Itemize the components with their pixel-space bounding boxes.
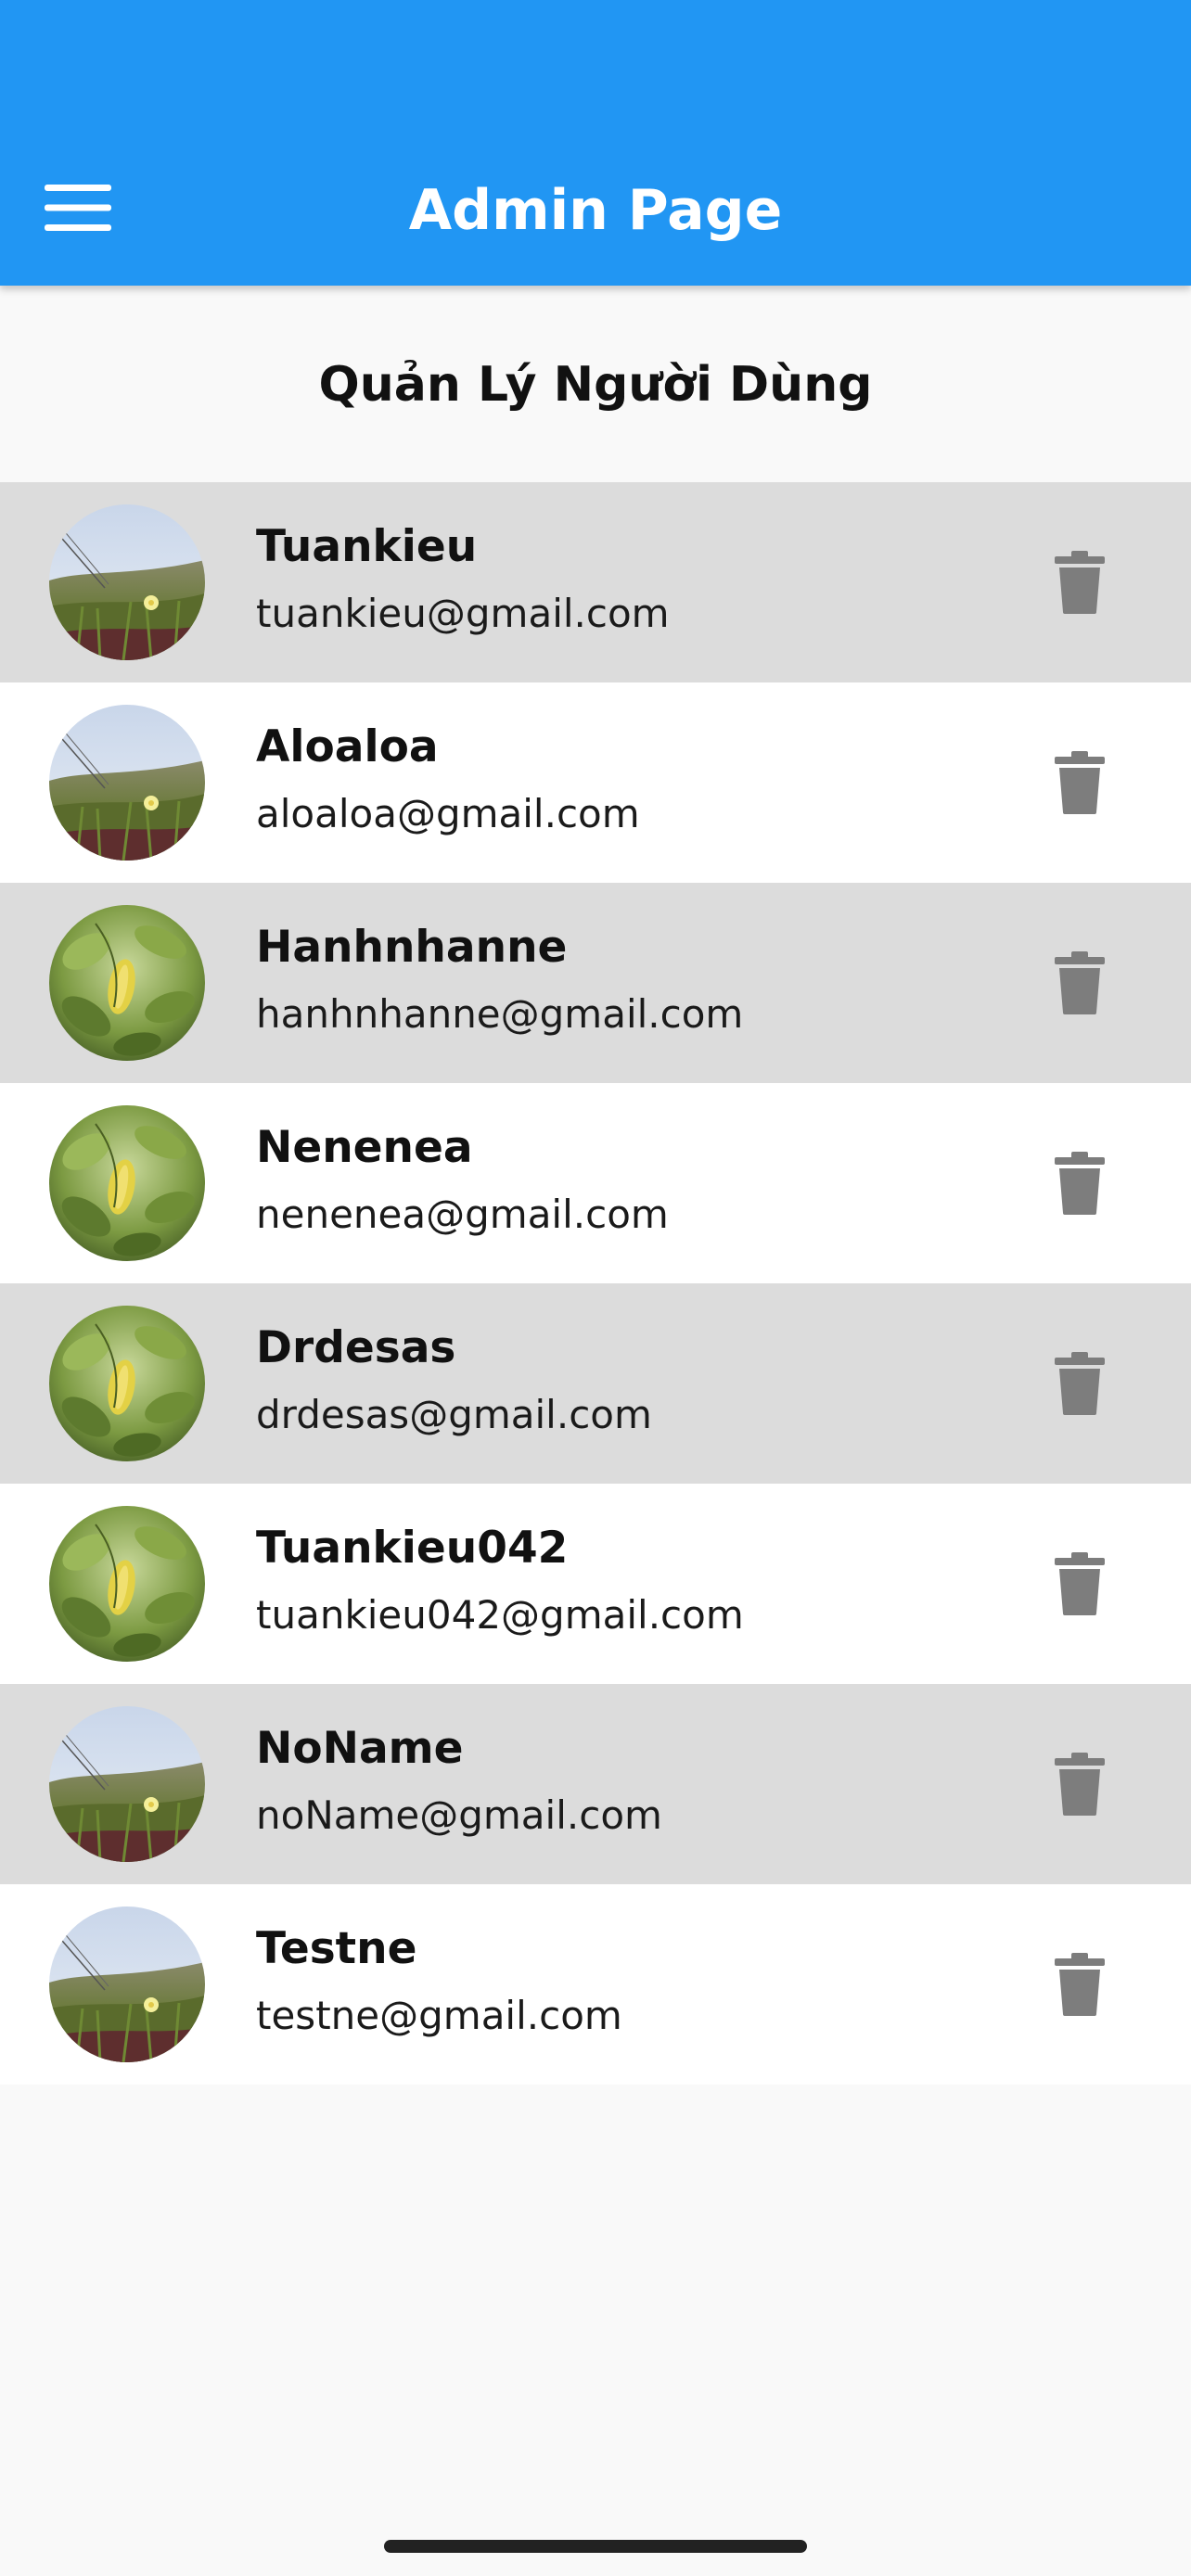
user-email: hanhnhanne@gmail.com — [256, 991, 744, 1037]
user-row[interactable]: Hanhnhanne hanhnhanne@gmail.com — [0, 883, 1191, 1083]
avatar — [49, 1105, 205, 1261]
user-email: aloaloa@gmail.com — [256, 791, 640, 836]
user-name: Aloaloa — [256, 721, 439, 772]
delete-button[interactable] — [1033, 1135, 1126, 1231]
user-row[interactable]: Nenenea nenenea@gmail.com — [0, 1083, 1191, 1283]
user-row[interactable]: Aloaloa aloaloa@gmail.com — [0, 682, 1191, 883]
user-row[interactable]: Tuankieu tuankieu@gmail.com — [0, 482, 1191, 682]
user-email: nenenea@gmail.com — [256, 1192, 669, 1237]
user-name: Tuankieu042 — [256, 1523, 569, 1574]
user-list: Tuankieu tuankieu@gmail.com Aloaloa aloa… — [0, 482, 1191, 2085]
user-name: Nenenea — [256, 1122, 473, 1173]
user-email: testne@gmail.com — [256, 1993, 622, 2038]
user-row[interactable]: NoName noName@gmail.com — [0, 1684, 1191, 1884]
trash-icon — [1055, 551, 1105, 614]
trash-icon — [1055, 1352, 1105, 1415]
avatar — [49, 504, 205, 660]
avatar — [49, 1306, 205, 1461]
user-name: Tuankieu — [256, 521, 478, 572]
trash-icon — [1055, 1953, 1105, 2016]
delete-button[interactable] — [1033, 734, 1126, 831]
user-row[interactable]: Tuankieu042 tuankieu042@gmail.com — [0, 1484, 1191, 1684]
user-name: Hanhnhanne — [256, 922, 568, 973]
app-title: Admin Page — [408, 178, 783, 243]
avatar — [49, 905, 205, 1061]
trash-icon — [1055, 1753, 1105, 1816]
user-email: tuankieu042@gmail.com — [256, 1592, 744, 1638]
user-name: Drdesas — [256, 1322, 456, 1373]
avatar — [49, 1906, 205, 2062]
trash-icon — [1055, 951, 1105, 1014]
user-row[interactable]: Testne testne@gmail.com — [0, 1884, 1191, 2085]
delete-button[interactable] — [1033, 1736, 1126, 1832]
home-indicator[interactable] — [384, 2540, 807, 2553]
delete-button[interactable] — [1033, 1335, 1126, 1432]
app-bar: Admin Page — [0, 0, 1191, 286]
page-heading: Quản Lý Người Dùng — [318, 357, 873, 413]
trash-icon — [1055, 1152, 1105, 1215]
delete-button[interactable] — [1033, 1936, 1126, 2033]
user-name: Testne — [256, 1923, 417, 1974]
delete-button[interactable] — [1033, 1536, 1126, 1632]
user-name: NoName — [256, 1723, 464, 1774]
avatar — [49, 705, 205, 861]
user-row[interactable]: Drdesas drdesas@gmail.com — [0, 1283, 1191, 1484]
user-email: drdesas@gmail.com — [256, 1392, 652, 1437]
trash-icon — [1055, 1552, 1105, 1615]
delete-button[interactable] — [1033, 534, 1126, 631]
avatar — [49, 1506, 205, 1662]
avatar — [49, 1706, 205, 1862]
user-email: noName@gmail.com — [256, 1792, 662, 1838]
delete-button[interactable] — [1033, 935, 1126, 1031]
trash-icon — [1055, 751, 1105, 814]
user-email: tuankieu@gmail.com — [256, 591, 670, 636]
